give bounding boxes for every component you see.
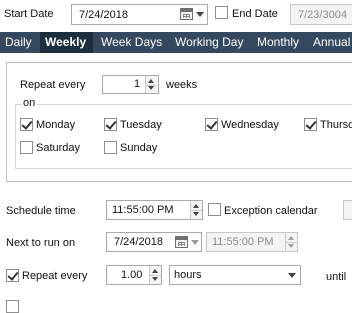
spin-up-icon[interactable] (148, 79, 154, 83)
tuesday-label: Tuesday (120, 119, 162, 131)
repeat-unit-value: hours (174, 269, 202, 281)
end-date-value: 7/23/3004 (298, 9, 347, 21)
exception-calendar-checkbox[interactable] (208, 203, 221, 216)
schedule-time-label: Schedule time (6, 205, 76, 217)
extra-option-checkbox[interactable] (6, 300, 19, 313)
calendar-icon[interactable] (175, 236, 188, 248)
chevron-down-icon[interactable] (196, 12, 204, 17)
thursday-label: Thursday (320, 119, 352, 131)
end-date-label: End Date (232, 8, 278, 20)
schedule-time-spin[interactable] (190, 201, 202, 219)
thursday-checkbox[interactable] (304, 118, 317, 131)
next-run-time-spin[interactable] (285, 233, 297, 251)
spin-up-icon[interactable] (288, 236, 294, 240)
spin-up-icon[interactable] (152, 269, 158, 273)
repeat-weeks-stepper[interactable]: 1 (102, 75, 159, 94)
next-run-time-value: 11:55:00 PM (212, 236, 274, 248)
end-date-field[interactable]: 7/23/3004 (290, 4, 352, 25)
repeat-unit-select[interactable]: hours (169, 265, 301, 285)
until-label: until (326, 271, 347, 283)
tab-week-days[interactable]: Week Days (96, 32, 167, 53)
days-group (15, 104, 352, 169)
next-run-date-picker[interactable]: 7/24/2018 (106, 232, 202, 252)
exception-calendar-field[interactable] (343, 200, 352, 220)
tab-daily[interactable]: Daily (0, 32, 37, 53)
chevron-down-icon[interactable] (288, 273, 296, 278)
schedule-time-value: 11:55:00 PM (112, 204, 174, 216)
sunday-label: Sunday (120, 142, 158, 154)
start-date-label: Start Date (4, 8, 54, 20)
tuesday-checkbox[interactable] (104, 118, 117, 131)
spin-up-icon[interactable] (193, 204, 199, 208)
chevron-down-icon[interactable] (191, 240, 199, 245)
end-date-checkbox[interactable] (215, 6, 228, 19)
repeat-hours-stepper[interactable]: 1.00 (106, 265, 162, 285)
spin-down-icon[interactable] (148, 86, 154, 90)
on-legend: on (21, 97, 38, 110)
tab-weekly[interactable]: Weekly (40, 32, 93, 53)
wednesday-checkbox[interactable] (205, 118, 218, 131)
repeat-every-hours-label: Repeat every (22, 270, 88, 282)
schedule-time-field[interactable]: 11:55:00 PM (106, 200, 203, 220)
repeat-hours-spin[interactable] (149, 266, 161, 284)
repeat-every-checkbox[interactable] (6, 269, 19, 282)
sunday-checkbox[interactable] (104, 141, 117, 154)
start-date-picker[interactable]: 7/24/2018 (71, 4, 208, 25)
next-run-date-value: 7/24/2018 (114, 236, 163, 248)
saturday-label: Saturday (36, 142, 81, 154)
monday-checkbox[interactable] (20, 118, 33, 131)
next-run-time-field[interactable]: 11:55:00 PM (206, 232, 298, 252)
tab-annual[interactable]: Annual (308, 32, 352, 53)
monday-label: Monday (36, 119, 76, 131)
repeat-every-label: Repeat every (20, 79, 86, 91)
spin-down-icon[interactable] (288, 244, 294, 248)
repeat-hours-value: 1.00 (121, 269, 143, 281)
spin-down-icon[interactable] (193, 212, 199, 216)
next-run-label: Next to run on (6, 237, 76, 249)
exception-calendar-label: Exception calendar (224, 205, 318, 217)
calendar-icon[interactable] (180, 8, 193, 20)
repeat-weeks-value: 1 (134, 78, 141, 90)
spin-down-icon[interactable] (152, 277, 158, 281)
tab-working-day[interactable]: Working Day (170, 32, 248, 53)
weeks-unit-label: weeks (166, 79, 198, 91)
schedule-tabs: Daily Weekly Week Days Working Day Month… (0, 32, 352, 53)
tab-monthly[interactable]: Monthly (252, 32, 304, 53)
start-date-value: 7/24/2018 (79, 9, 128, 21)
wednesday-label: Wednesday (221, 119, 279, 131)
saturday-checkbox[interactable] (20, 141, 33, 154)
repeat-weeks-spin[interactable] (145, 76, 157, 93)
